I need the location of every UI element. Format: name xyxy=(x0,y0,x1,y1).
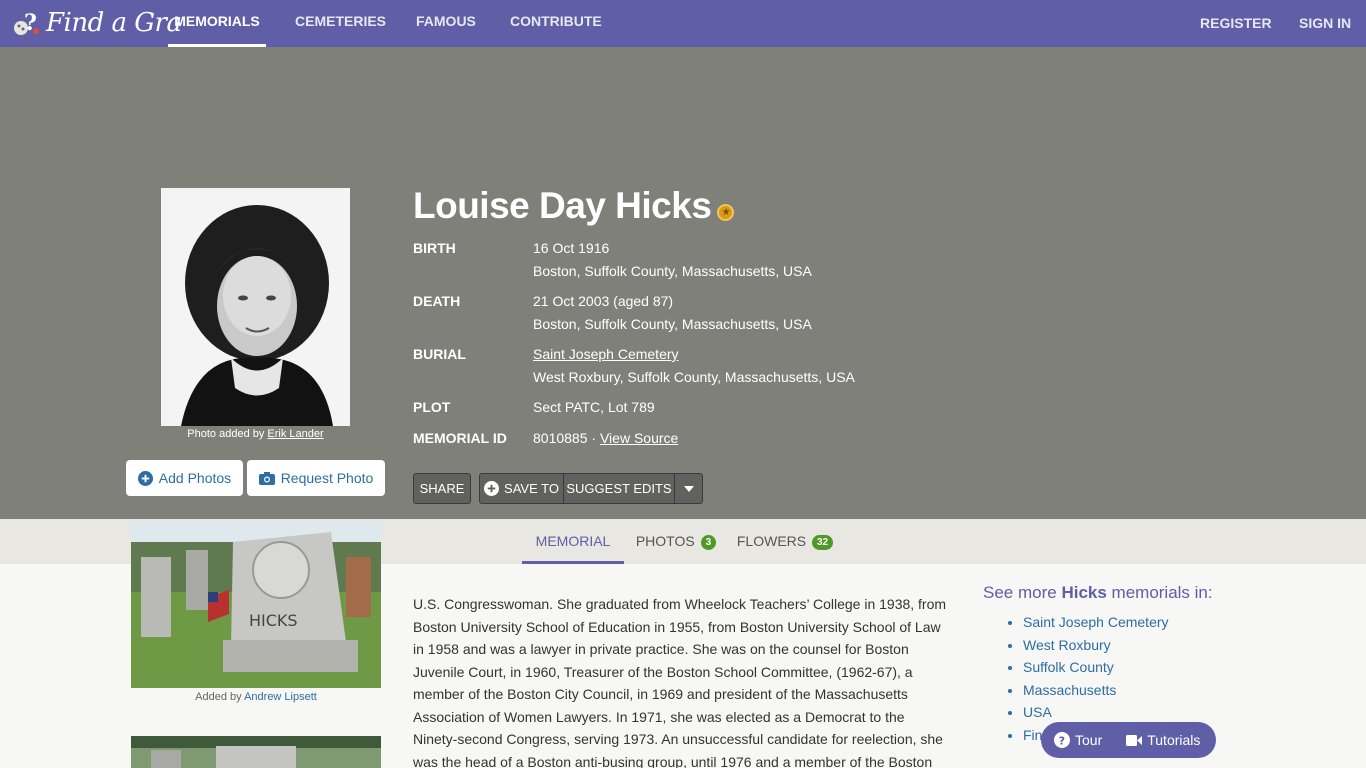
see-more-surname: Hicks xyxy=(1061,583,1107,602)
logo-icon: ? xyxy=(14,10,39,36)
see-more-county-link[interactable]: Suffolk County xyxy=(1023,659,1114,675)
flowers-count-badge: 32 xyxy=(812,535,834,550)
tour-label: Tour xyxy=(1075,732,1103,748)
view-source-link[interactable]: View Source xyxy=(600,430,678,446)
tab-memorial-label: MEMORIAL xyxy=(535,533,611,549)
top-navbar: ? Find a Gra MEMORIALS CEMETERIES FAMOUS… xyxy=(0,0,1366,47)
photos-count-badge: 3 xyxy=(700,535,717,550)
memorial-id: 8010885 xyxy=(533,430,588,446)
list-item: Saint Joseph Cemetery xyxy=(1023,611,1169,634)
question-circle-icon: ? xyxy=(1054,732,1070,748)
see-more-prefix: See more xyxy=(983,583,1062,602)
gallery-photo-second[interactable] xyxy=(131,736,381,768)
birth-date: 16 Oct 1916 xyxy=(533,240,610,256)
see-more-find-link[interactable]: Fin xyxy=(1023,727,1042,743)
nav-contribute[interactable]: CONTRIBUTE xyxy=(510,0,602,47)
nav-memorials[interactable]: MEMORIALS xyxy=(168,0,266,47)
list-item: Suffolk County xyxy=(1023,656,1169,679)
tutorials-button[interactable]: Tutorials xyxy=(1126,732,1200,748)
id-separator: · xyxy=(587,430,600,446)
gallery-caption: Added by Andrew Lipsett xyxy=(131,691,381,703)
nav-famous[interactable]: FAMOUS xyxy=(416,0,476,47)
help-pill: ? Tour Tutorials xyxy=(1041,722,1216,758)
plot-label: PLOT xyxy=(413,399,451,415)
see-more-heading: See more Hicks memorials in: xyxy=(983,583,1213,603)
plus-circle-icon xyxy=(484,481,500,496)
suggest-edits-button[interactable]: SUGGEST EDITS xyxy=(563,473,675,504)
memorial-portrait-photo[interactable] xyxy=(161,188,350,426)
tour-button[interactable]: ? Tour xyxy=(1054,732,1102,748)
gallery-contributor-link[interactable]: Andrew Lipsett xyxy=(244,691,317,703)
gallery-photo-headstone[interactable]: HICKS xyxy=(131,522,381,688)
logo-text: Find a Gra xyxy=(46,8,182,38)
sign-in-link[interactable]: SIGN IN xyxy=(1299,2,1351,49)
request-photo-button[interactable]: Request Photo xyxy=(247,460,385,496)
burial-cemetery: Saint Joseph Cemetery xyxy=(533,346,679,362)
tab-flowers[interactable]: FLOWERS 32 xyxy=(735,519,835,564)
birth-place: Boston, Suffolk County, Massachusetts, U… xyxy=(533,263,812,279)
tab-flowers-label: FLOWERS xyxy=(736,533,807,549)
portrait-caption-prefix: Photo added by xyxy=(187,428,268,440)
save-to-label: SAVE TO xyxy=(504,481,559,496)
death-place: Boston, Suffolk County, Massachusetts, U… xyxy=(533,316,812,332)
death-label: DEATH xyxy=(413,293,461,309)
save-to-button[interactable]: SAVE TO xyxy=(479,473,564,504)
share-button[interactable]: SHARE xyxy=(413,473,471,504)
see-more-city-link[interactable]: West Roxbury xyxy=(1023,637,1111,653)
list-item: Massachusetts xyxy=(1023,679,1169,702)
register-link[interactable]: REGISTER xyxy=(1200,2,1272,49)
portrait-image xyxy=(161,188,350,426)
list-item: West Roxbury xyxy=(1023,634,1169,657)
camera-icon xyxy=(258,471,275,485)
plot-value: Sect PATC, Lot 789 xyxy=(533,399,655,415)
add-photos-label: Add Photos xyxy=(158,470,232,486)
burial-place: West Roxbury, Suffolk County, Massachuse… xyxy=(533,369,855,385)
cemetery-link[interactable]: Saint Joseph Cemetery xyxy=(533,346,679,362)
add-photos-button[interactable]: Add Photos xyxy=(126,460,243,496)
memorial-name-text: Louise Day Hicks xyxy=(413,185,712,226)
photo-contributor-link[interactable]: Erik Lander xyxy=(267,428,323,440)
plus-circle-icon xyxy=(137,470,153,486)
tab-photos[interactable]: PHOTOS 3 xyxy=(632,519,720,564)
list-item: USA xyxy=(1023,701,1169,724)
portrait-caption: Photo added by Erik Lander xyxy=(161,428,350,440)
see-more-cemetery-link[interactable]: Saint Joseph Cemetery xyxy=(1023,614,1169,630)
see-more-suffix: memorials in: xyxy=(1106,583,1213,602)
burial-label: BURIAL xyxy=(413,346,466,362)
see-more-country-link[interactable]: USA xyxy=(1023,704,1052,720)
caret-down-icon xyxy=(683,485,694,492)
find-a-grave-logo[interactable]: ? Find a Gra xyxy=(12,6,182,40)
second-photo xyxy=(131,736,381,768)
nav-cemeteries[interactable]: CEMETERIES xyxy=(295,0,386,47)
more-actions-dropdown[interactable] xyxy=(674,473,703,504)
headstone-inscription: HICKS xyxy=(249,611,298,630)
memorial-id-label: MEMORIAL ID xyxy=(413,430,507,446)
tab-memorial[interactable]: MEMORIAL xyxy=(522,519,624,564)
tutorials-label: Tutorials xyxy=(1147,732,1201,748)
suggest-edits-label: SUGGEST EDITS xyxy=(566,481,672,496)
svg-text:?: ? xyxy=(1059,735,1065,748)
memorial-name: Louise Day Hicks ★ xyxy=(413,185,735,227)
gallery-caption-prefix: Added by xyxy=(195,691,245,703)
memorial-header: Photo added by Erik Lander Add Photos Re… xyxy=(0,47,1366,519)
see-more-state-link[interactable]: Massachusetts xyxy=(1023,682,1116,698)
death-date: 21 Oct 2003 (aged 87) xyxy=(533,293,674,309)
tab-photos-label: PHOTOS xyxy=(635,533,695,549)
memorial-id-row: 8010885 · View Source xyxy=(533,430,678,446)
famous-star-icon[interactable]: ★ xyxy=(717,204,735,221)
birth-label: BIRTH xyxy=(413,240,456,256)
request-photo-label: Request Photo xyxy=(280,470,374,486)
video-camera-icon xyxy=(1126,734,1143,746)
memorial-bio: U.S. Congresswoman. She graduated from W… xyxy=(413,596,947,768)
headstone-photo: HICKS xyxy=(131,522,381,688)
share-label: SHARE xyxy=(419,481,465,496)
